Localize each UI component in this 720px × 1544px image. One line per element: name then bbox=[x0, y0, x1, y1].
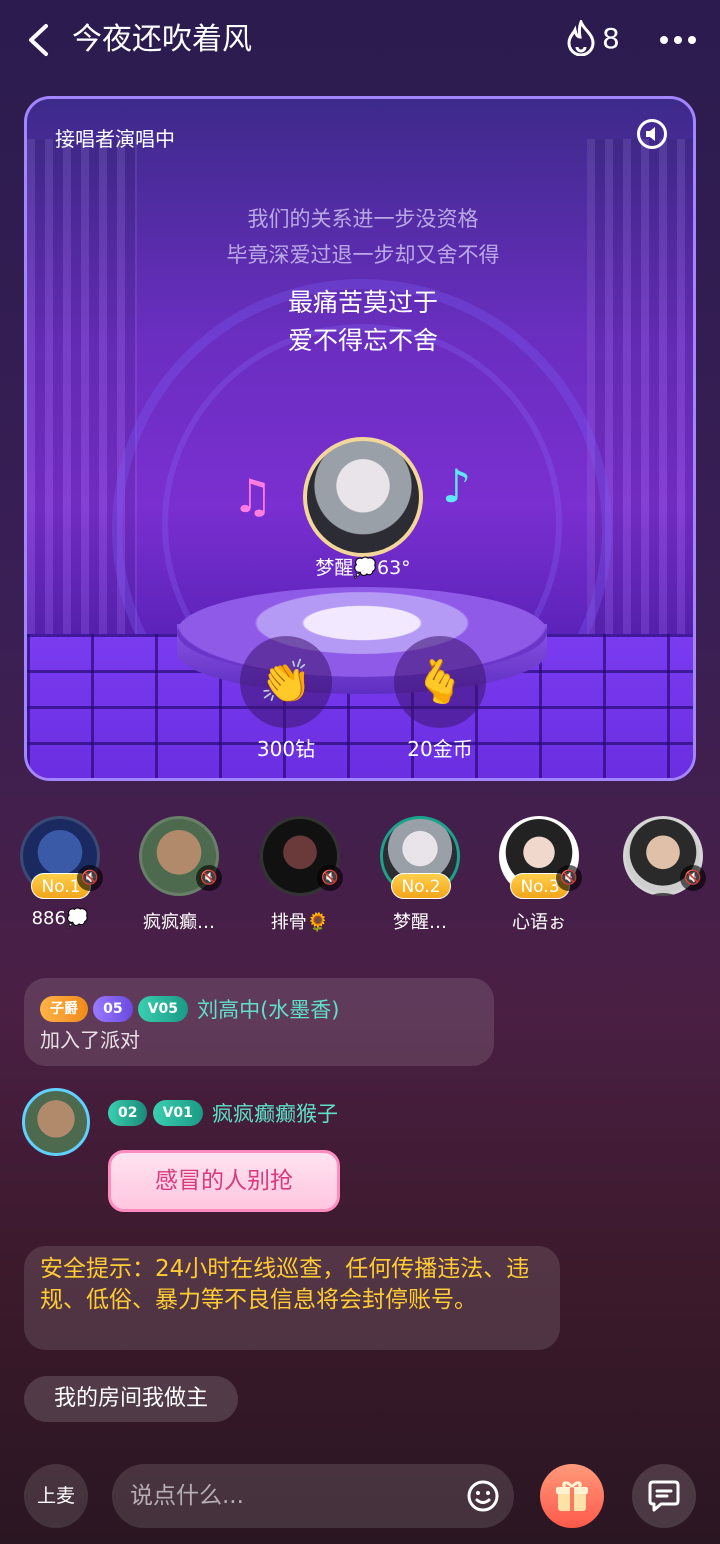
avatar: 🔇 bbox=[139, 816, 222, 896]
mic-muted-icon: 🔇 bbox=[556, 865, 582, 891]
hot-indicator[interactable]: 8 bbox=[566, 20, 620, 56]
clap-icon: 👏 bbox=[259, 657, 313, 706]
seat-name: 疯疯癫… bbox=[143, 912, 215, 933]
mic-seat-list: No.1 🔇 886💭 🔇 疯疯癫… 🔇 排骨🌻 No.2 梦醒… No.3 🔇… bbox=[0, 816, 720, 936]
mic-muted-icon: 🔇 bbox=[77, 865, 103, 891]
rank-badge: No.2 bbox=[391, 873, 451, 899]
vip-badge: V05 bbox=[137, 996, 188, 1022]
lyric-prev-1: 我们的关系进一步没资格 bbox=[247, 207, 479, 231]
podium bbox=[177, 587, 547, 677]
avatar: 🔇 bbox=[623, 816, 706, 896]
lyric-prev-2: 毕竟深爱过退一步却又舍不得 bbox=[226, 243, 500, 267]
heart-price: 20金币 bbox=[407, 737, 473, 761]
rank-title-badge: 子爵 bbox=[40, 996, 88, 1022]
finger-heart-icon: 🫰 bbox=[413, 657, 467, 706]
emoji-icon[interactable] bbox=[466, 1479, 500, 1513]
safety-notice: 安全提示：24小时在线巡查，任何传播违法、违规、低俗、暴力等不良信息将会封停账号… bbox=[24, 1246, 560, 1350]
singer-name: 梦醒💭63° bbox=[315, 557, 411, 579]
level-badge: 05 bbox=[93, 996, 133, 1022]
seat-name: 886💭 bbox=[31, 908, 89, 929]
more-icon[interactable] bbox=[660, 36, 696, 44]
message-button[interactable] bbox=[632, 1464, 696, 1528]
chat-bubble: 感冒的人别抢 bbox=[108, 1150, 340, 1212]
mic-seat[interactable]: 🔇 疯疯癫… bbox=[124, 816, 234, 934]
chat-sender: 02 V01 疯疯癫癫猴子 bbox=[108, 1098, 338, 1128]
mic-seat[interactable]: No.1 🔇 886💭 bbox=[5, 816, 115, 929]
avatar: No.3 🔇 bbox=[499, 816, 582, 899]
bottom-bar: 上麦 说点什么... bbox=[0, 1460, 720, 1540]
hot-count: 8 bbox=[602, 21, 620, 55]
top-bar: 今夜还吹着风 8 bbox=[0, 0, 720, 84]
stage-status-label: 接唱者演唱中 bbox=[55, 127, 175, 151]
mic-muted-icon: 🔇 bbox=[196, 865, 222, 891]
mic-muted-icon: 🔇 bbox=[317, 865, 343, 891]
gift-icon bbox=[556, 1481, 588, 1511]
mic-muted-icon: 🔇 bbox=[680, 865, 706, 891]
avatar: No.2 bbox=[380, 816, 460, 899]
seat-name: 心语ぉ bbox=[512, 912, 566, 933]
clap-button[interactable]: 👏 bbox=[240, 636, 332, 728]
username[interactable]: 刘高中(水墨香) bbox=[197, 998, 339, 1022]
singing-stage: 接唱者演唱中 我们的关系进一步没资格 毕竟深爱过退一步却又舍不得 最痛苦莫过于 … bbox=[24, 96, 696, 781]
mic-seat[interactable]: No.2 梦醒… bbox=[365, 816, 475, 934]
flame-icon bbox=[567, 20, 595, 56]
avatar[interactable] bbox=[22, 1088, 90, 1156]
chat-bubble-icon bbox=[648, 1480, 680, 1512]
seat-name: 排骨🌻 bbox=[270, 912, 330, 933]
avatar: No.1 🔇 bbox=[20, 816, 103, 899]
room-announcement: 我的房间我做主 bbox=[24, 1376, 238, 1422]
speaker-icon[interactable] bbox=[637, 119, 667, 149]
join-message: 子爵 05 V05 刘高中(水墨香) 加入了派对 bbox=[24, 978, 494, 1066]
lyric-current-1: 最痛苦莫过于 bbox=[287, 288, 438, 317]
clap-price: 300钻 bbox=[256, 737, 316, 761]
mic-seat[interactable]: 🔇 bbox=[608, 816, 718, 908]
music-note-icon: ♪ bbox=[442, 459, 472, 513]
music-note-icon: ♫ bbox=[232, 469, 274, 523]
back-icon[interactable] bbox=[18, 20, 58, 60]
mic-seat[interactable]: No.3 🔇 心语ぉ bbox=[484, 816, 594, 934]
gift-button[interactable] bbox=[540, 1464, 604, 1528]
take-mic-button[interactable]: 上麦 bbox=[24, 1464, 88, 1528]
singer-avatar[interactable] bbox=[303, 437, 423, 557]
avatar: 🔇 bbox=[260, 816, 343, 896]
username[interactable]: 疯疯癫癫猴子 bbox=[212, 1102, 338, 1126]
level-badge: 02 bbox=[108, 1100, 148, 1126]
vip-badge: V01 bbox=[152, 1100, 203, 1126]
lyric-current-2: 爱不得忘不舍 bbox=[287, 326, 438, 355]
seat-name: 梦醒… bbox=[393, 912, 447, 933]
chat-input[interactable]: 说点什么... bbox=[112, 1464, 514, 1528]
mic-seat[interactable]: 🔇 排骨🌻 bbox=[245, 816, 355, 934]
chat-input-placeholder: 说点什么... bbox=[130, 1483, 244, 1509]
heart-button[interactable]: 🫰 bbox=[394, 636, 486, 728]
room-title: 今夜还吹着风 bbox=[72, 22, 252, 57]
join-text: 加入了派对 bbox=[40, 1028, 140, 1052]
